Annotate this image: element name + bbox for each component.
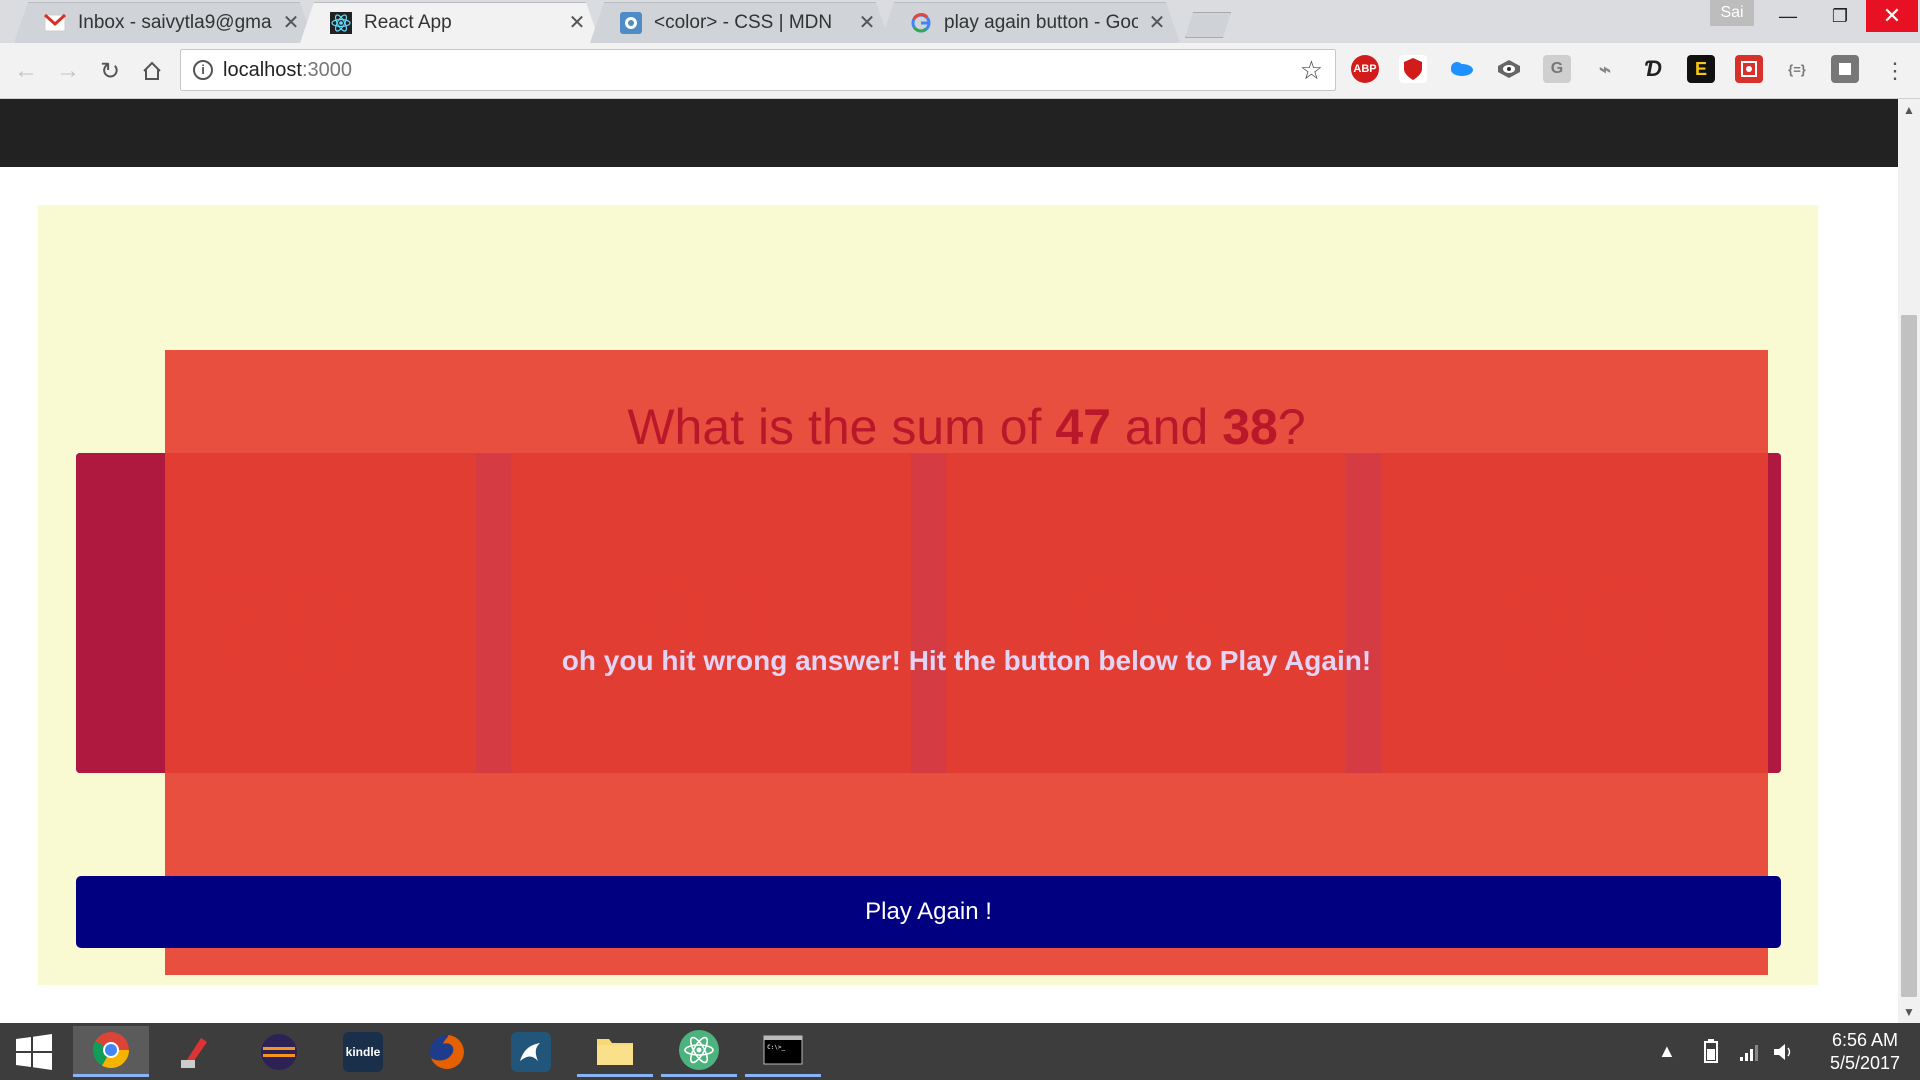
clock-time: 6:56 AM (1831, 1030, 1899, 1050)
play-again-button[interactable]: Play Again ! (76, 876, 1781, 948)
folder-icon (595, 1030, 635, 1070)
volume-icon[interactable] (1772, 1023, 1796, 1080)
react-icon (330, 11, 352, 34)
grammarly-icon[interactable]: G (1543, 55, 1571, 83)
reload-icon[interactable]: ↻ (94, 55, 126, 87)
tab-strip: Inbox - saivytla9@gmail.com ✕ React App … (0, 0, 1920, 43)
chrome-icon (91, 1030, 131, 1070)
tab-title: <color> - CSS | MDN (654, 11, 833, 33)
close-window-icon[interactable]: ✕ (1866, 0, 1918, 32)
terminal-icon: C:\>_ (763, 1030, 803, 1070)
number-b: 38 (1222, 399, 1278, 455)
google-icon (910, 12, 932, 34)
url-text: localhost:3000 (223, 59, 352, 81)
eclipse-icon (259, 1032, 299, 1072)
network-icon[interactable] (1738, 1023, 1760, 1080)
taskbar-ccleaner[interactable] (157, 1026, 233, 1077)
game-container: 78 91 85 80 What is the sum of 47 and 38… (38, 205, 1818, 985)
browser-toolbar: ← → ↻ i localhost:3000 ☆ ABP G ⌁ Ɗ E {=}… (0, 43, 1920, 99)
windows-start-icon[interactable] (0, 1023, 68, 1080)
close-icon[interactable]: ✕ (568, 10, 586, 35)
scrollbar-thumb[interactable] (1901, 315, 1917, 997)
ublock-icon[interactable] (1399, 55, 1427, 83)
onedrive-icon[interactable] (1447, 55, 1475, 83)
close-icon[interactable]: ✕ (1148, 10, 1166, 35)
capture-extension-icon[interactable] (1735, 55, 1763, 83)
scroll-down-arrow-icon[interactable]: ▼ (1898, 1001, 1920, 1023)
close-icon[interactable]: ✕ (858, 10, 876, 35)
wrong-answer-message: oh you hit wrong answer! Hit the button … (561, 645, 1372, 676)
tab-title: play again button - Google Search (944, 11, 1138, 33)
tab-extension-icon[interactable] (1831, 55, 1859, 83)
kindle-icon: kindle (343, 1031, 383, 1072)
page-scrollbar[interactable]: ▲ ▼ (1898, 99, 1920, 1023)
clock-date: 5/5/2017 (1829, 1053, 1901, 1073)
taskbar-mysql-workbench[interactable] (493, 1026, 569, 1077)
tab-google-search[interactable]: play again button - Google Search ✕ (880, 2, 1180, 43)
windows-taskbar: kindle C:\>_ ▲ 6:56 AM 5/5/2017 (0, 1023, 1920, 1080)
bookmark-star-icon[interactable]: ☆ (1300, 55, 1323, 86)
taskbar-chrome[interactable] (73, 1026, 149, 1077)
close-icon[interactable]: ✕ (282, 10, 300, 35)
taskbar-command-prompt[interactable]: C:\>_ (745, 1026, 821, 1077)
gmail-icon (44, 12, 66, 34)
question-text: What is the sum of 47 and 38? (627, 399, 1306, 455)
app-navbar (0, 99, 1898, 167)
pdf-icon[interactable]: ⌁ (1591, 55, 1619, 83)
atom-icon (679, 1030, 719, 1070)
address-bar[interactable]: i localhost:3000 ☆ (180, 49, 1336, 91)
e-extension-icon[interactable]: E (1687, 55, 1715, 83)
mdn-icon (620, 11, 642, 34)
restore-icon[interactable]: ❐ (1814, 0, 1866, 32)
taskbar-firefox[interactable] (409, 1026, 485, 1077)
info-icon[interactable]: i (193, 60, 213, 80)
number-a: 47 (1055, 399, 1111, 455)
home-icon[interactable] (136, 55, 168, 87)
profile-button[interactable]: Sai (1710, 0, 1754, 26)
tab-react-app[interactable]: React App ✕ (300, 2, 600, 43)
system-clock[interactable]: 6:56 AM 5/5/2017 (1815, 1029, 1915, 1075)
mysql-workbench-icon (511, 1031, 551, 1072)
new-tab-button[interactable] (1185, 12, 1231, 38)
adblock-plus-icon[interactable]: ABP (1351, 55, 1379, 83)
tab-mdn[interactable]: <color> - CSS | MDN ✕ (590, 2, 890, 43)
json-formatter-icon[interactable]: {=} (1783, 55, 1811, 83)
back-icon[interactable]: ← (10, 55, 42, 87)
scroll-up-arrow-icon[interactable]: ▲ (1898, 99, 1920, 121)
tab-title: React App (364, 11, 452, 33)
taskbar-atom[interactable] (661, 1026, 737, 1077)
battery-icon[interactable] (1700, 1023, 1722, 1080)
tab-title: Inbox - saivytla9@gmail.com (78, 11, 272, 33)
page-viewport: 78 91 85 80 What is the sum of 47 and 38… (0, 99, 1898, 1023)
minimize-icon[interactable]: — (1762, 0, 1814, 32)
show-hidden-icons-icon[interactable]: ▲ (1658, 1023, 1676, 1080)
taskbar-file-explorer[interactable] (577, 1026, 653, 1077)
taskbar-kindle[interactable]: kindle (325, 1026, 401, 1077)
firefox-icon (427, 1032, 467, 1072)
taskbar-eclipse[interactable] (241, 1026, 317, 1077)
eye-icon[interactable] (1495, 55, 1523, 83)
tab-gmail[interactable]: Inbox - saivytla9@gmail.com ✕ (14, 2, 314, 43)
forward-icon[interactable]: → (52, 55, 84, 87)
d-extension-icon[interactable]: Ɗ (1639, 55, 1667, 83)
ccleaner-icon (175, 1032, 215, 1072)
svg-text:C:\>_: C:\>_ (767, 1044, 785, 1051)
menu-kebab-icon[interactable]: ⋮ (1879, 55, 1911, 87)
